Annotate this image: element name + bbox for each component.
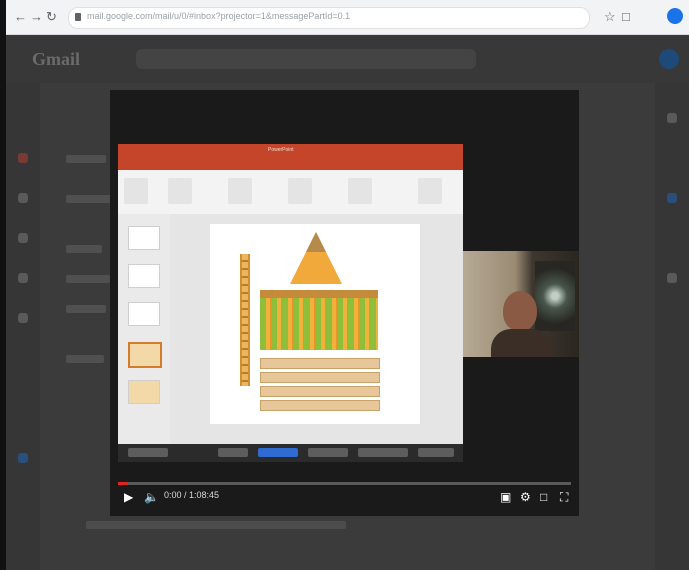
forward-icon[interactable]: → [30,9,43,24]
url-text: mail.google.com/mail/u/0/#inbox?projecto… [87,11,351,21]
table-band [260,372,380,383]
webcam-plant [535,261,575,331]
video-player[interactable]: PowerPoint ▶ 🔈 0:00 / 1:08:45 ▣ ⚙ □ ⛶ [110,90,579,516]
slide-thumbnails [118,214,171,444]
star-icon[interactable]: ☆ [604,9,616,25]
address-bar[interactable]: mail.google.com/mail/u/0/#inbox?projecto… [68,7,590,29]
calendar-icon[interactable] [667,113,677,123]
ribbon-button [124,178,148,204]
subtitles-icon[interactable]: ▣ [500,489,511,505]
contacts-icon[interactable] [667,273,677,283]
taskbar-item [218,448,248,457]
powerpoint-titlebar: PowerPoint [118,144,463,160]
volume-icon[interactable]: 🔈 [144,489,159,505]
compose-icon[interactable] [18,153,28,163]
taskbar [118,444,463,462]
progress-fill [118,482,128,485]
webcam-person-body [491,329,551,357]
tasks-icon[interactable] [667,193,677,203]
gmail-right-rail [655,83,689,570]
lock-icon [75,13,81,21]
reload-icon[interactable]: ↻ [46,9,57,25]
slide-thumbnail-active [128,342,162,368]
powerpoint-ribbon [118,170,463,215]
taskbar-item-active [258,448,298,457]
slide-thumbnail [128,226,160,250]
starred-icon[interactable] [18,233,28,243]
grid-header-row [260,290,378,298]
fullscreen-icon[interactable]: ⛶ [560,489,568,505]
meet-icon[interactable] [18,453,28,463]
table-band [260,400,380,411]
settings-icon[interactable]: ⚙ [520,489,531,505]
slide-thumbnail [128,264,160,288]
shared-screen-presentation: PowerPoint [118,144,463,462]
taskbar-item [128,448,168,457]
table-band [260,358,380,369]
webcam-feed [463,251,579,357]
taskbar-item [418,448,454,457]
miniplayer-icon[interactable]: □ [540,489,547,505]
sent-icon[interactable] [18,273,28,283]
message-line [66,155,106,163]
powerpoint-tabs [118,160,463,170]
message-line [66,275,110,283]
table-band [260,386,380,397]
player-controls: ▶ 🔈 0:00 / 1:08:45 ▣ ⚙ □ ⛶ [110,488,579,512]
profile-avatar[interactable] [667,8,683,24]
browser-chrome: ← → ↻ mail.google.com/mail/u/0/#inbox?pr… [6,0,689,35]
ribbon-button [168,178,192,204]
progress-bar[interactable] [118,482,571,485]
extension-icon[interactable]: □ [622,9,630,24]
message-line [66,195,114,203]
avatar[interactable] [659,49,679,69]
gmail-header: Gmail [6,35,689,83]
slide-canvas [170,214,463,444]
back-icon[interactable]: ← [14,9,27,24]
slide-thumbnail [128,380,160,404]
taskbar-item [308,448,348,457]
gmail-left-rail [6,83,40,570]
message-line [66,245,102,253]
ribbon-button [228,178,252,204]
slide-thumbnail [128,302,160,326]
slide [210,224,420,424]
presentation-title: PowerPoint [268,147,294,153]
time-display: 0:00 / 1:08:45 [164,490,220,500]
ribbon-button [348,178,372,204]
vertical-label-cells [242,254,248,386]
message-line [66,305,106,313]
ribbon-button [418,178,442,204]
play-icon[interactable]: ▶ [124,489,133,505]
gmail-search[interactable] [136,49,476,69]
ribbon-button [288,178,312,204]
taskbar-item [358,448,408,457]
pyramid-tip [306,232,326,252]
inbox-icon[interactable] [18,193,28,203]
colored-columns [260,298,378,350]
message-line [66,355,104,363]
webcam-person [503,291,537,331]
gmail-logo: Gmail [32,49,80,69]
drafts-icon[interactable] [18,313,28,323]
attachment-line [86,521,346,529]
